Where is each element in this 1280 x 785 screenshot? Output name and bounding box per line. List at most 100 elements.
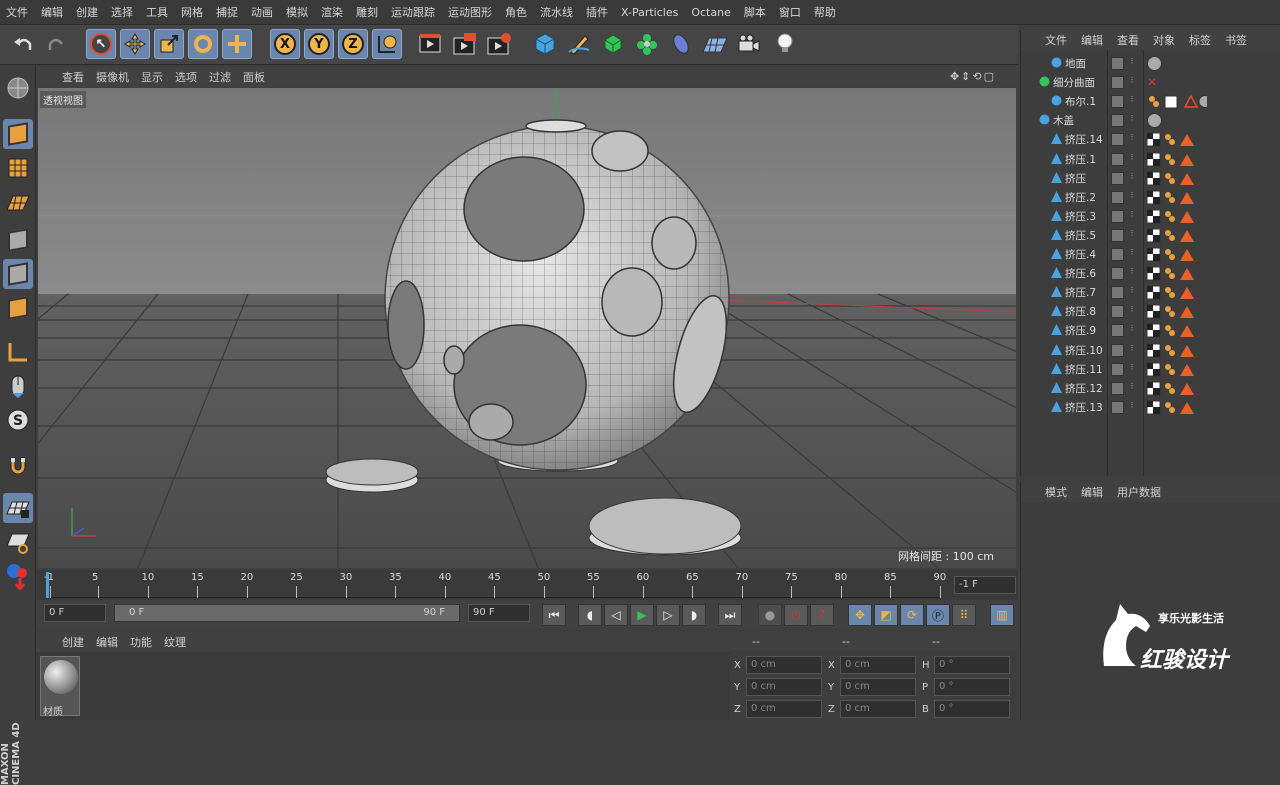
object-row[interactable]: 挤压.5 ⁝ [1021, 226, 1280, 245]
object-row[interactable]: 挤压.6 ⁝ [1021, 264, 1280, 283]
menu-item[interactable]: 雕刻 [356, 4, 378, 20]
vp-menu-panel[interactable]: 面板 [243, 69, 265, 85]
vp-menu-display[interactable]: 显示 [141, 69, 163, 85]
obj-menu-bookmarks[interactable]: 书签 [1225, 32, 1247, 48]
object-name[interactable]: 木盖 [1053, 113, 1074, 128]
edges-mode-icon[interactable] [3, 259, 33, 289]
visibility-toggle[interactable] [1111, 286, 1124, 300]
object-row[interactable]: 挤压.12 ⁝ [1021, 379, 1280, 398]
attr-menu-mode[interactable]: 模式 [1045, 484, 1067, 500]
record-keys-icon[interactable]: ● [758, 604, 782, 626]
object-row[interactable]: 挤压.13 ⁝ [1021, 398, 1280, 417]
menu-item[interactable]: 编辑 [41, 4, 63, 20]
scale-tool[interactable] [154, 29, 184, 59]
object-name[interactable]: 挤压.1 [1065, 152, 1096, 167]
timeline-window-icon[interactable]: ▥ [990, 604, 1014, 626]
object-name[interactable]: 地面 [1065, 56, 1086, 71]
menu-item[interactable]: 捕捉 [216, 4, 238, 20]
visibility-toggle[interactable] [1111, 248, 1124, 261]
vp-menu-filter[interactable]: 过滤 [209, 69, 231, 85]
object-name[interactable]: 挤压.6 [1065, 266, 1096, 281]
polygons-mode-icon[interactable] [3, 293, 33, 323]
object-name[interactable]: 挤压.8 [1065, 304, 1096, 319]
visibility-toggle[interactable] [1111, 114, 1124, 128]
menu-item[interactable]: 渲染 [321, 4, 343, 20]
menu-item[interactable]: 角色 [505, 4, 527, 20]
play-icon[interactable]: ▶ [630, 604, 654, 626]
camera-icon[interactable] [734, 29, 764, 59]
layer-dots[interactable]: ⁝ [1127, 401, 1137, 414]
object-row[interactable]: 挤压.1 ⁝ [1021, 150, 1280, 169]
object-name[interactable]: 细分曲面 [1053, 75, 1095, 90]
visibility-toggle[interactable] [1111, 362, 1124, 376]
subdivision-surface-icon[interactable] [598, 29, 628, 59]
coord-value-field[interactable]: 0 ° [934, 700, 1010, 718]
pen-spline-icon[interactable] [564, 29, 594, 59]
object-row[interactable]: 细分曲面 ⁝ ✕ [1021, 73, 1280, 92]
mat-menu-texture[interactable]: 纹理 [164, 634, 186, 650]
points-mode-icon[interactable] [3, 225, 33, 255]
object-name[interactable]: 挤压 [1065, 171, 1086, 186]
obj-menu-file[interactable]: 文件 [1045, 32, 1067, 48]
object-row[interactable]: 木盖 ⁝ [1021, 111, 1280, 130]
visibility-toggle[interactable] [1111, 133, 1124, 147]
obj-menu-objects[interactable]: 对象 [1153, 32, 1175, 48]
redo-icon[interactable] [42, 29, 72, 59]
layer-dots[interactable]: ⁝ [1127, 248, 1137, 261]
frame-range-slider[interactable]: 0 F 90 F [114, 604, 460, 622]
next-key-icon[interactable]: ◗ [682, 604, 706, 626]
menu-item[interactable]: 流水线 [540, 4, 573, 20]
mat-menu-create[interactable]: 创建 [62, 634, 84, 650]
object-name[interactable]: 挤压.3 [1065, 209, 1096, 224]
key-parameter-icon[interactable]: Ⓟ [926, 604, 950, 626]
menu-item[interactable]: 帮助 [814, 4, 836, 20]
attr-menu-edit[interactable]: 编辑 [1081, 484, 1103, 500]
prev-frame-icon[interactable]: ◁ [604, 604, 628, 626]
object-row[interactable]: 布尔.1 ⁝ [1021, 92, 1280, 111]
live-select-tool[interactable]: ↖ [86, 29, 116, 59]
mat-menu-function[interactable]: 功能 [130, 634, 152, 650]
layer-dots[interactable]: ⁝ [1127, 153, 1137, 166]
visibility-toggle[interactable] [1111, 267, 1124, 281]
visibility-toggle[interactable] [1111, 190, 1124, 204]
layer-dots[interactable]: ⁝ [1127, 267, 1137, 280]
cube-primitive-icon[interactable] [530, 29, 560, 59]
object-row[interactable]: 挤压.10 ⁝ [1021, 341, 1280, 360]
dynamics-icon[interactable] [3, 561, 33, 591]
end-frame-field[interactable]: 90 F [468, 604, 530, 622]
playhead[interactable] [46, 572, 49, 598]
render-view-icon[interactable] [416, 29, 446, 59]
visibility-toggle[interactable] [1111, 381, 1124, 395]
object-row[interactable]: 地面 ⁝ [1021, 54, 1280, 73]
menu-item[interactable]: Octane [691, 6, 731, 19]
menu-item[interactable]: 插件 [586, 4, 608, 20]
menu-item[interactable]: 创建 [76, 4, 98, 20]
object-row[interactable]: 挤压.8 ⁝ [1021, 302, 1280, 321]
visibility-toggle[interactable] [1111, 209, 1124, 223]
object-name[interactable]: 挤压.12 [1065, 381, 1103, 396]
object-row[interactable]: 挤压 ⁝ [1021, 169, 1280, 188]
quantize-icon[interactable] [3, 527, 33, 557]
workplane-lock-icon[interactable] [3, 493, 33, 523]
menu-item[interactable]: 模拟 [286, 4, 308, 20]
layer-dots[interactable]: ⁝ [1127, 363, 1137, 376]
layer-dots[interactable]: ⁝ [1127, 382, 1137, 395]
prev-key-icon[interactable]: ◖ [578, 604, 602, 626]
viewport-label[interactable]: 透视视图 [40, 91, 86, 108]
object-row[interactable]: 挤压.2 ⁝ [1021, 188, 1280, 207]
layer-dots[interactable]: ⁝ [1127, 191, 1137, 204]
vp-menu-cameras[interactable]: 摄像机 [96, 69, 129, 85]
viewport-nav-icons[interactable]: ✥⇕⟲▢ [950, 70, 996, 83]
object-name[interactable]: 挤压.4 [1065, 247, 1096, 262]
visibility-toggle[interactable] [1111, 400, 1124, 414]
object-name[interactable]: 挤压.7 [1065, 285, 1096, 300]
key-position-icon[interactable]: ✥ [848, 604, 872, 626]
object-name[interactable]: 挤压.5 [1065, 228, 1096, 243]
make-editable-icon[interactable] [3, 73, 33, 103]
visibility-toggle[interactable] [1111, 228, 1124, 242]
cloner-icon[interactable] [632, 29, 662, 59]
visibility-toggle[interactable] [1111, 171, 1124, 185]
layer-dots[interactable]: ⁝ [1127, 305, 1137, 318]
undo-icon[interactable] [8, 29, 38, 59]
object-row[interactable]: 挤压.4 ⁝ [1021, 245, 1280, 264]
